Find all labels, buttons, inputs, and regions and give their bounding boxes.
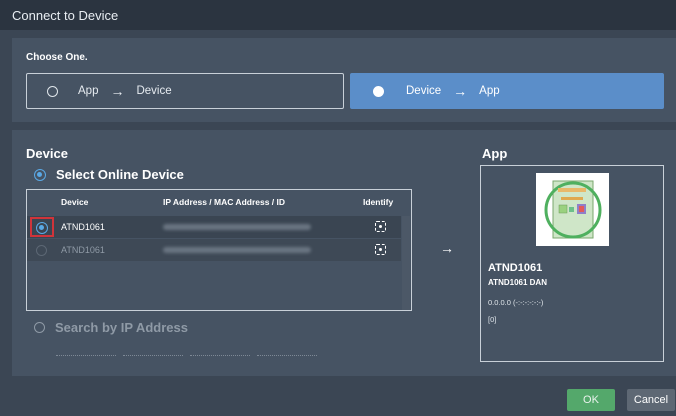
row-radio[interactable] xyxy=(36,222,48,234)
card-device-subtitle: ATND1061 DAN xyxy=(488,278,547,287)
redacted-address xyxy=(163,247,311,253)
device-table: Device IP Address / MAC Address / ID Ide… xyxy=(26,189,412,311)
device-to-app-to-label: App xyxy=(479,85,500,97)
identify-icon[interactable] xyxy=(375,244,386,255)
device-to-app-option[interactable]: Device → App xyxy=(350,73,664,109)
window-title-bar: Connect to Device xyxy=(0,0,676,30)
app-to-device-option[interactable]: App → Device xyxy=(26,73,344,109)
select-online-device-option[interactable]: Select Online Device xyxy=(34,167,184,182)
app-device-card: ATND1061 ATND1061 DAN 0.0.0.0 (-:-:-:-:-… xyxy=(480,165,664,362)
ip-octet-field[interactable] xyxy=(190,355,250,356)
device-to-app-radio[interactable] xyxy=(373,85,384,97)
ip-address-fields xyxy=(56,355,318,356)
app-heading: App xyxy=(482,146,508,161)
redacted-address xyxy=(163,224,311,230)
arrow-right-icon: → xyxy=(110,83,125,99)
card-device-title: ATND1061 xyxy=(488,262,543,274)
choose-label: Choose One. xyxy=(26,52,88,63)
search-by-ip-radio[interactable] xyxy=(34,322,45,333)
ip-octet-field[interactable] xyxy=(56,355,116,356)
card-index: [0] xyxy=(488,315,497,324)
device-heading: Device xyxy=(26,146,68,161)
row-radio[interactable] xyxy=(36,245,47,256)
card-ip-address: 0.0.0.0 (-:-:-:-:-:-) xyxy=(488,298,544,307)
table-row[interactable]: ATND1061 xyxy=(27,239,401,261)
column-header-address: IP Address / MAC Address / ID xyxy=(163,197,286,207)
table-header: Device IP Address / MAC Address / ID Ide… xyxy=(27,190,411,214)
table-row[interactable]: ATND1061 xyxy=(27,216,401,238)
choose-direction-panel: Choose One. App → Device Device → App xyxy=(12,38,676,122)
arrow-right-icon: → xyxy=(453,83,468,99)
column-header-device: Device xyxy=(61,197,89,207)
arrow-right-icon: → xyxy=(440,240,454,256)
window-title: Connect to Device xyxy=(12,8,119,23)
connection-panel: Device Select Online Device Device IP Ad… xyxy=(12,130,676,376)
device-to-app-from-label: Device xyxy=(406,85,442,97)
cancel-button[interactable]: Cancel xyxy=(627,389,675,411)
ip-octet-field[interactable] xyxy=(123,355,183,356)
identify-icon[interactable] xyxy=(375,221,386,232)
device-name-cell: ATND1061 xyxy=(61,245,105,255)
app-to-device-radio[interactable] xyxy=(47,85,58,97)
ok-button[interactable]: OK xyxy=(567,389,615,411)
select-online-radio[interactable] xyxy=(34,168,46,181)
device-thumbnail-image xyxy=(544,180,602,239)
search-by-ip-label: Search by IP Address xyxy=(55,320,188,335)
device-thumbnail xyxy=(536,173,609,246)
app-to-device-to-label: Device xyxy=(136,85,172,97)
select-online-label: Select Online Device xyxy=(56,167,184,182)
ip-octet-field[interactable] xyxy=(257,355,317,356)
table-scrollbar[interactable] xyxy=(402,216,410,310)
search-by-ip-option[interactable]: Search by IP Address xyxy=(34,320,188,335)
column-header-identify: Identify xyxy=(363,197,394,207)
device-name-cell: ATND1061 xyxy=(61,222,105,232)
app-to-device-from-label: App xyxy=(78,85,99,97)
row-selection-highlight[interactable] xyxy=(30,217,54,237)
